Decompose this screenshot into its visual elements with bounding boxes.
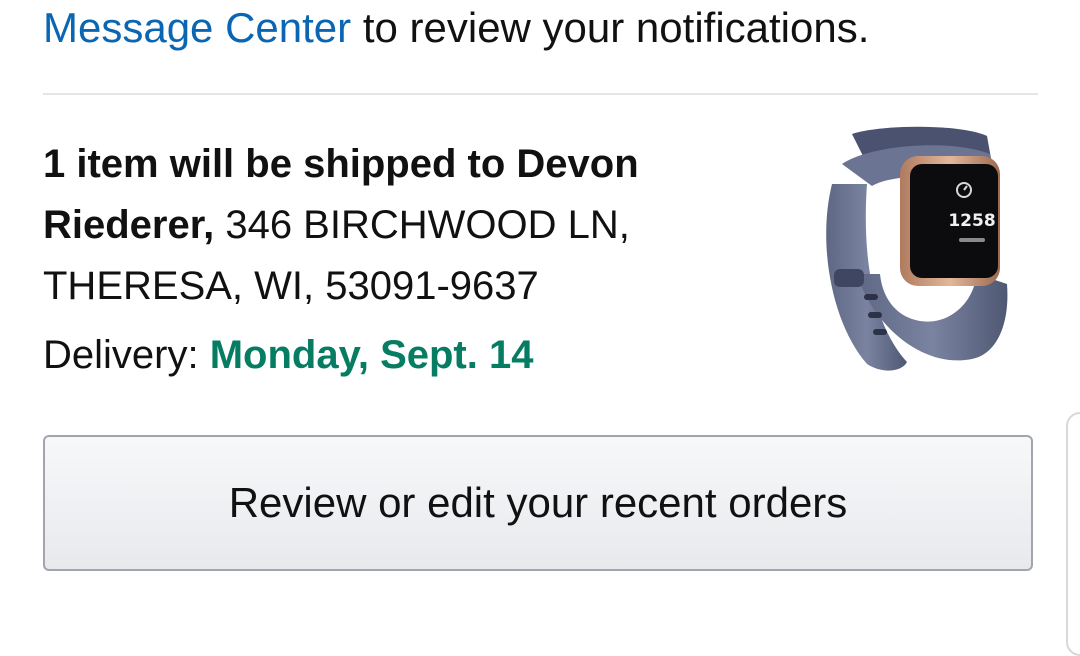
watch-screen-time: 1258 xyxy=(948,211,995,231)
notification-text: Message Center to review your notificati… xyxy=(43,4,869,52)
side-panel-edge xyxy=(1066,412,1080,656)
divider xyxy=(43,93,1038,95)
review-orders-button[interactable]: Review or edit your recent orders xyxy=(43,435,1033,571)
notification-rest: to review your notifications. xyxy=(351,4,870,51)
delivery-label: Delivery: xyxy=(43,333,210,377)
message-center-link[interactable]: Message Center xyxy=(43,4,351,51)
shipment-summary: 1 item will be shipped to Devon Riederer… xyxy=(43,134,763,317)
delivery-info: Delivery: Monday, Sept. 14 xyxy=(43,327,533,383)
product-image[interactable]: 1258 xyxy=(812,124,1022,374)
delivery-date: Monday, Sept. 14 xyxy=(209,333,534,377)
fitness-tracker-icon: 1258 xyxy=(826,126,1008,371)
